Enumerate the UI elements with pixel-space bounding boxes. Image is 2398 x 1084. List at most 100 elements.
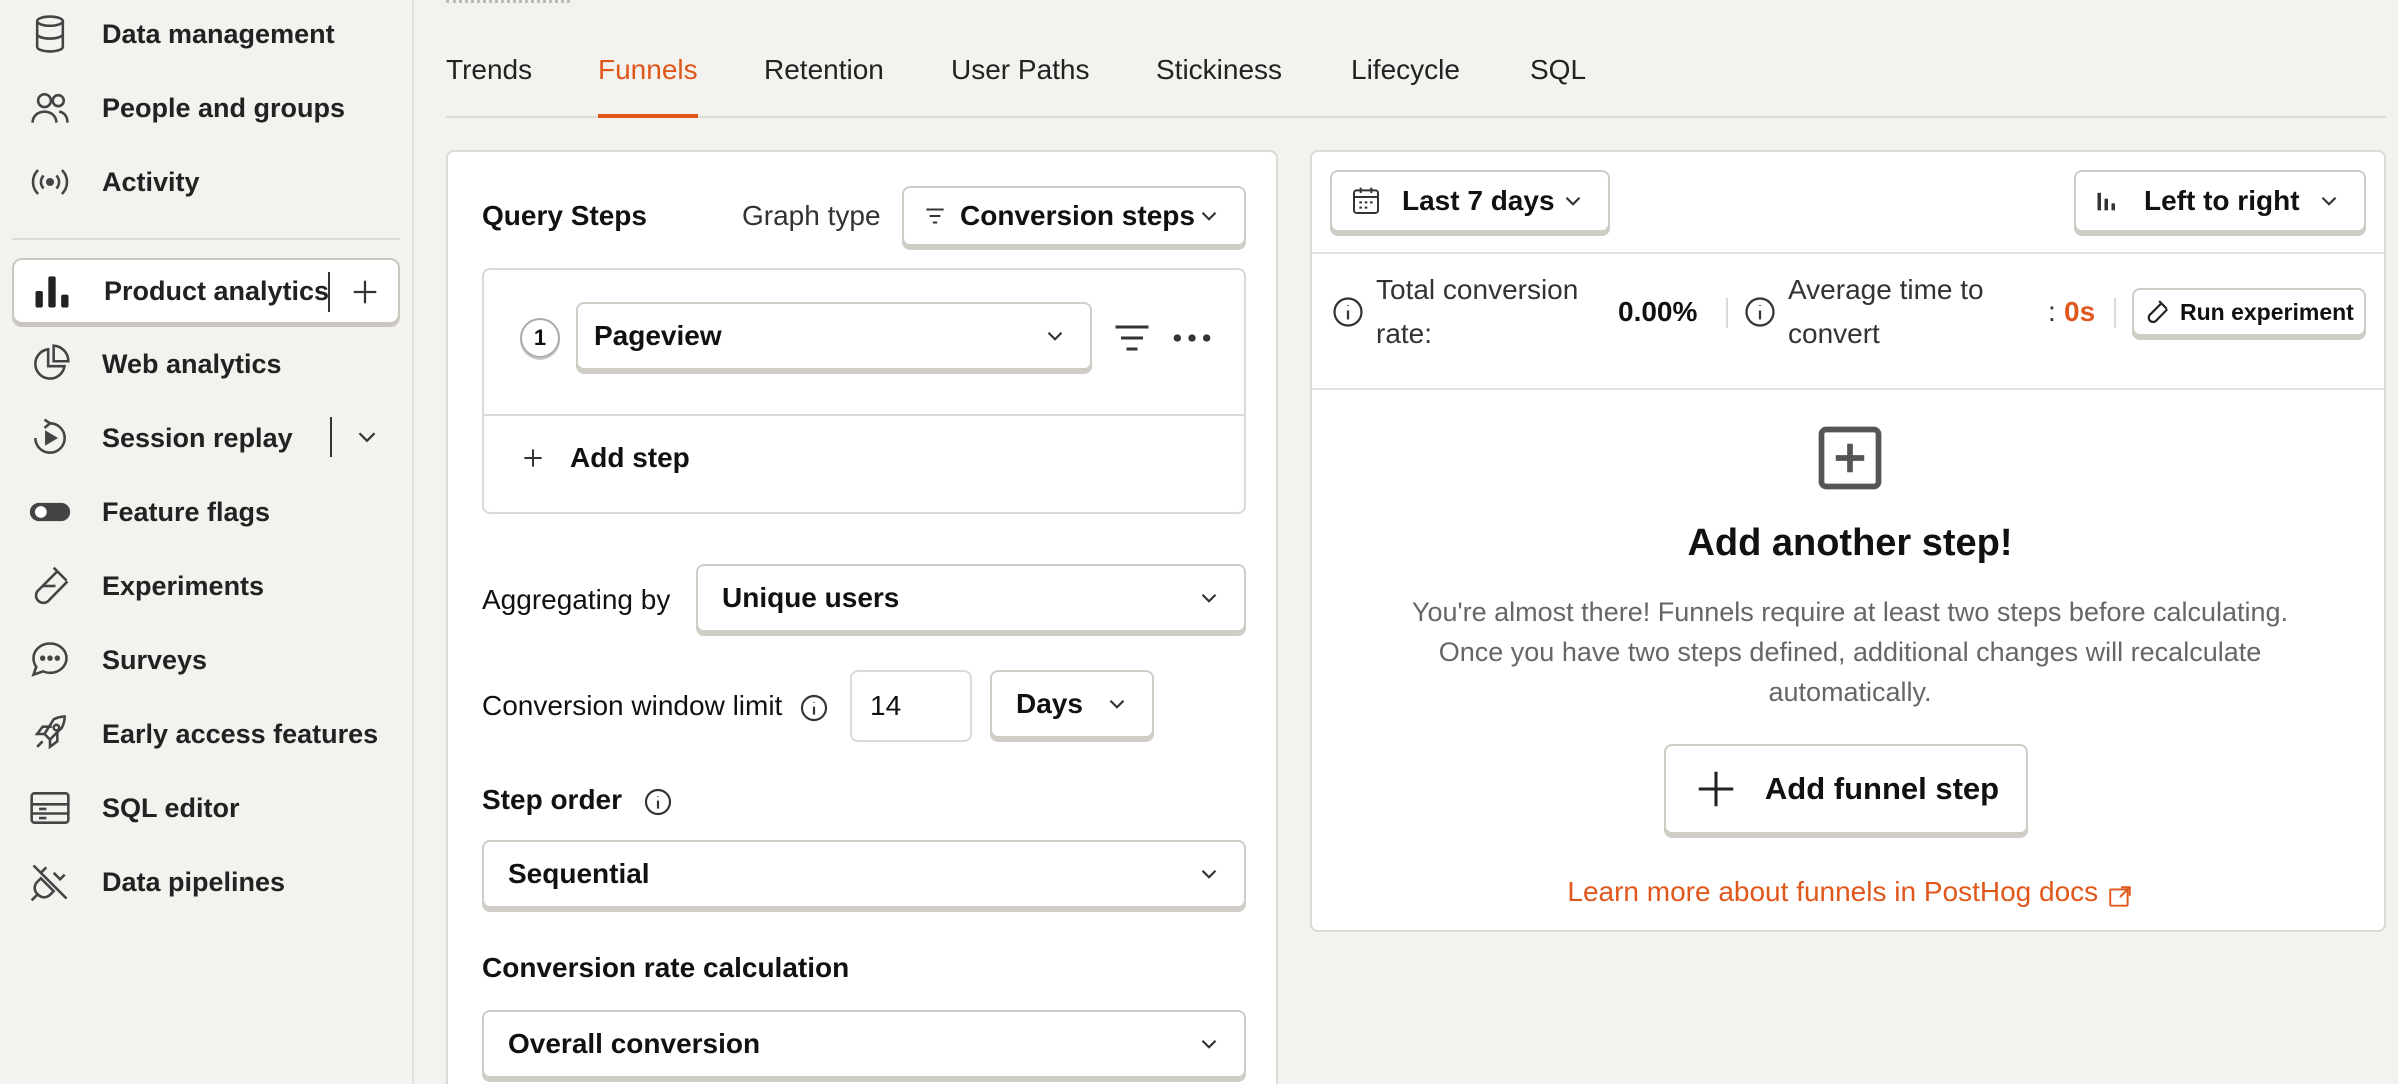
sidebar-item-web-analytics[interactable]: Web analytics	[12, 331, 400, 397]
graph-type-select[interactable]: Conversion steps	[902, 186, 1246, 246]
sidebar-item-product-analytics[interactable]: Product analytics	[12, 258, 400, 324]
plus-icon[interactable]	[350, 277, 380, 307]
tab-stickiness[interactable]: Stickiness	[1156, 54, 1282, 118]
layout-select[interactable]: Left to right	[2074, 170, 2366, 232]
separator	[330, 417, 332, 457]
people-icon	[28, 86, 72, 130]
sidebar-item-label: People and groups	[102, 92, 346, 123]
step-event-value: Pageview	[594, 320, 722, 351]
avg-time-label: Average time to convert	[1788, 274, 1984, 349]
total-conversion-label: Total conversion rate:	[1376, 274, 1579, 349]
sidebar-item-session-replay[interactable]: Session replay	[12, 405, 400, 471]
sidebar-item-early-access-features[interactable]: Early access features	[12, 701, 400, 767]
plus-icon	[1698, 771, 1734, 807]
query-panel: Query Steps Graph type Conversion steps …	[446, 150, 1278, 1084]
step-event-select[interactable]: Pageview	[576, 302, 1092, 370]
date-range-select[interactable]: Last 7 days	[1330, 170, 1610, 232]
add-funnel-step-button[interactable]: Add funnel step	[1664, 744, 2028, 834]
date-range-value: Last 7 days	[1402, 185, 1555, 216]
step-order-value: Sequential	[508, 858, 650, 889]
chevron-down-icon[interactable]	[352, 422, 382, 452]
info-icon[interactable]	[1330, 294, 1366, 330]
sidebar-item-label: Product analytics	[104, 275, 330, 306]
table-icon	[28, 786, 72, 830]
tab-sql[interactable]: SQL	[1530, 54, 1586, 118]
sidebar-item-sql-editor[interactable]: SQL editor	[12, 775, 400, 841]
calendar-icon	[1353, 187, 1379, 214]
chevron-down-icon	[1565, 196, 1581, 206]
flask-icon	[28, 564, 72, 608]
chevron-down-icon	[1201, 211, 1217, 221]
run-experiment-label: Run experiment	[2180, 298, 2354, 325]
avg-time-value: 0s	[2064, 296, 2096, 327]
sidebar-item-label: Experiments	[102, 570, 265, 601]
add-funnel-step-label: Add funnel step	[1764, 771, 2000, 806]
conversion-window-label: Conversion window limit	[482, 690, 830, 724]
tab-trends[interactable]: Trends	[446, 54, 532, 118]
empty-state-title: Add another step!	[1687, 522, 2013, 564]
add-box-icon	[1818, 426, 1882, 490]
info-icon[interactable]	[798, 692, 830, 724]
sidebar-item-experiments[interactable]: Experiments	[12, 553, 400, 619]
add-step-label: Add step	[570, 442, 690, 473]
step-filter-icon[interactable]	[1110, 316, 1154, 360]
run-experiment-button[interactable]: Run experiment	[2132, 288, 2366, 336]
chevron-down-icon	[1201, 869, 1217, 879]
sidebar-item-people-and-groups[interactable]: People and groups	[12, 75, 400, 141]
conversion-calc-select[interactable]: Overall conversion	[482, 1010, 1246, 1078]
conversion-calc-label: Conversion rate calculation	[482, 952, 850, 983]
sidebar-item-label: Session replay	[102, 422, 293, 453]
empty-state-description: You're almost there! Funnels require at …	[1411, 597, 2289, 707]
conversion-window-input[interactable]: 14	[850, 670, 972, 742]
filter-icon	[926, 208, 944, 224]
window-unit-select[interactable]: Days	[990, 670, 1154, 738]
bar-chart-icon	[30, 269, 74, 313]
add-step-button[interactable]: Add step	[520, 442, 690, 474]
sidebar-divider	[12, 238, 400, 240]
step-number-badge: 1	[520, 318, 560, 358]
sidebar-item-data-pipelines[interactable]: Data pipelines	[12, 849, 400, 915]
sidebar-item-label: Feature flags	[102, 496, 271, 527]
chevron-down-icon	[1047, 331, 1063, 341]
more-options-icon[interactable]	[1170, 316, 1214, 360]
sidebar-item-label: Surveys	[102, 644, 208, 675]
database-icon	[28, 12, 72, 56]
sidebar: Data management People and groups Activi…	[0, 0, 414, 1084]
avg-time-colon: :	[2048, 296, 2056, 327]
chevron-down-icon	[2321, 196, 2337, 206]
results-panel: Last 7 days Left to right Total conversi…	[1310, 150, 2386, 932]
step-order-label: Step order	[482, 784, 674, 818]
conversion-calc-value: Overall conversion	[508, 1028, 761, 1059]
tab-lifecycle[interactable]: Lifecycle	[1351, 54, 1460, 118]
sidebar-item-label: SQL editor	[102, 792, 240, 823]
sidebar-item-label: Early access features	[102, 718, 379, 749]
plug-icon	[28, 860, 72, 904]
info-icon[interactable]	[1742, 294, 1778, 330]
sidebar-item-data-management[interactable]: Data management	[12, 1, 400, 67]
sidebar-item-feature-flags[interactable]: Feature flags	[12, 479, 400, 545]
sidebar-item-activity[interactable]: Activity	[12, 149, 400, 215]
sidebar-item-label: Data management	[102, 18, 335, 49]
separator	[328, 272, 330, 312]
insight-tabs: Trends Funnels Retention User Paths Stic…	[446, 0, 2386, 118]
total-conversion-value: 0.00%	[1618, 296, 1698, 327]
step-order-select[interactable]: Sequential	[482, 840, 1246, 908]
sidebar-item-surveys[interactable]: Surveys	[12, 627, 400, 693]
toggle-icon	[28, 490, 72, 534]
aggregating-select[interactable]: Unique users	[696, 564, 1246, 632]
tab-funnels[interactable]: Funnels	[598, 54, 698, 118]
graph-type-value: Conversion steps	[960, 200, 1195, 231]
graph-type-label: Graph type	[742, 200, 881, 231]
tab-retention[interactable]: Retention	[764, 54, 884, 118]
chat-icon	[28, 638, 72, 682]
window-unit-value: Days	[1016, 688, 1083, 719]
chevron-down-icon	[1109, 699, 1125, 709]
plus-icon	[524, 449, 542, 467]
aggregating-label: Aggregating by	[482, 584, 671, 615]
external-link-icon	[2108, 886, 2131, 907]
posthog-docs-link[interactable]: Learn more about funnels in PostHog docs	[1312, 876, 2388, 910]
info-icon[interactable]	[642, 786, 674, 818]
query-steps-title: Query Steps	[482, 200, 647, 231]
sidebar-item-label: Activity	[102, 166, 200, 197]
tab-user-paths[interactable]: User Paths	[951, 54, 1090, 118]
